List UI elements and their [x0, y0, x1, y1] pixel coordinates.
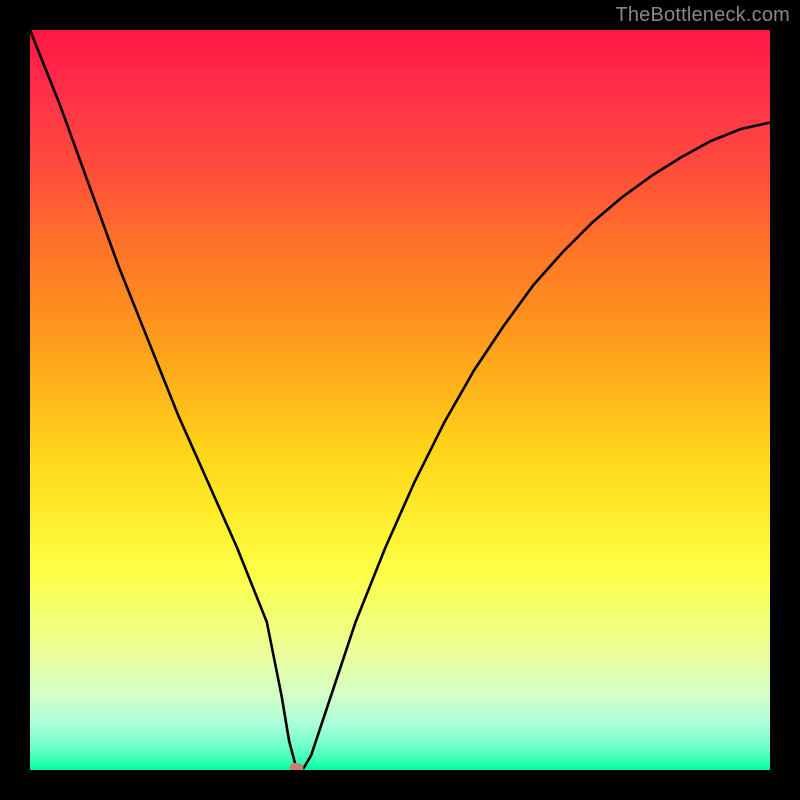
curve-line — [30, 30, 770, 769]
curve-marker — [289, 763, 303, 770]
plot-area — [30, 30, 770, 770]
chart-container: TheBottleneck.com — [0, 0, 800, 800]
attribution-text: TheBottleneck.com — [615, 4, 790, 27]
plot-svg — [30, 30, 770, 770]
